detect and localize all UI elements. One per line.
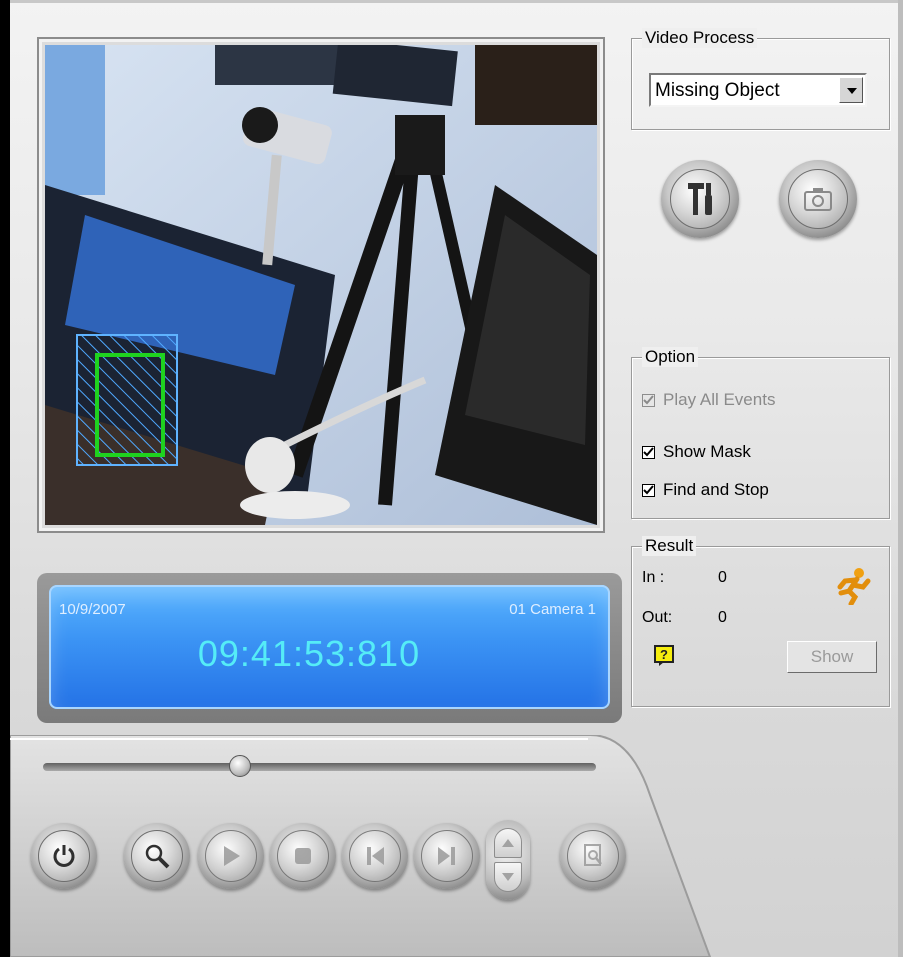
play-icon (205, 830, 257, 882)
time-display-bezel: 10/9/2007 01 Camera 1 09:41:53:810 (37, 573, 622, 723)
process-select-value: Missing Object (655, 80, 780, 101)
skip-back-icon (349, 830, 401, 882)
checkbox-checked (642, 445, 655, 459)
running-man-icon (835, 567, 871, 610)
dropdown-arrow-icon[interactable] (839, 77, 863, 103)
settings-button[interactable] (661, 160, 739, 238)
display-camera: 01 Camera 1 (509, 601, 596, 618)
hammer-screwdriver-icon (670, 169, 730, 229)
video-view[interactable] (37, 37, 605, 533)
option-group: Option Play All Events Show Mask Find an… (631, 347, 890, 519)
show-button[interactable]: Show (787, 641, 877, 673)
play-all-events-label: Play All Events (663, 390, 776, 409)
event-search-button[interactable] (560, 823, 626, 889)
camera-icon (788, 169, 848, 229)
previous-button[interactable] (342, 823, 408, 889)
in-value: 0 (718, 569, 727, 586)
document-search-icon (567, 830, 619, 882)
checkbox-checked-disabled (642, 393, 655, 407)
stop-icon (277, 830, 329, 882)
camera-frame-image (45, 45, 597, 525)
search-button[interactable] (124, 823, 190, 889)
video-process-group: Video Process Missing Object (631, 28, 890, 130)
app-window: Video Process Missing Object Option Play… (0, 0, 903, 957)
seek-slider-track[interactable] (43, 763, 596, 771)
time-display: 10/9/2007 01 Camera 1 09:41:53:810 (49, 585, 610, 709)
down-arrow-icon[interactable] (494, 862, 522, 892)
find-and-stop-checkbox[interactable]: Find and Stop (642, 480, 769, 500)
svg-text:?: ? (660, 647, 668, 662)
window-top-edge (0, 0, 903, 3)
power-button[interactable] (31, 823, 97, 889)
out-label: Out: (642, 609, 673, 626)
result-group: Result In : 0 Out: 0 ? Show (631, 536, 890, 707)
skip-forward-icon (421, 830, 473, 882)
play-all-events-checkbox[interactable]: Play All Events (642, 390, 775, 410)
find-and-stop-label: Find and Stop (663, 480, 769, 499)
show-mask-checkbox[interactable]: Show Mask (642, 442, 751, 462)
option-title: Option (642, 347, 699, 367)
play-button[interactable] (198, 823, 264, 889)
snapshot-button[interactable] (779, 160, 857, 238)
speed-stepper[interactable] (486, 820, 530, 900)
window-left-edge (0, 0, 10, 957)
out-value: 0 (718, 609, 727, 626)
help-icon[interactable]: ? (654, 645, 676, 667)
up-arrow-icon[interactable] (494, 828, 522, 858)
stop-button[interactable] (270, 823, 336, 889)
video-process-title: Video Process (642, 28, 758, 48)
checkbox-checked (642, 483, 655, 497)
next-button[interactable] (414, 823, 480, 889)
window-right-edge (898, 0, 903, 957)
seek-slider-thumb[interactable] (229, 755, 251, 777)
in-label: In : (642, 569, 665, 586)
power-icon (38, 830, 90, 882)
process-select[interactable]: Missing Object (649, 73, 867, 107)
search-icon (131, 830, 183, 882)
result-title: Result (642, 536, 697, 556)
display-time: 09:41:53:810 (197, 633, 421, 674)
show-mask-label: Show Mask (663, 442, 751, 461)
display-date: 10/9/2007 (59, 601, 126, 618)
